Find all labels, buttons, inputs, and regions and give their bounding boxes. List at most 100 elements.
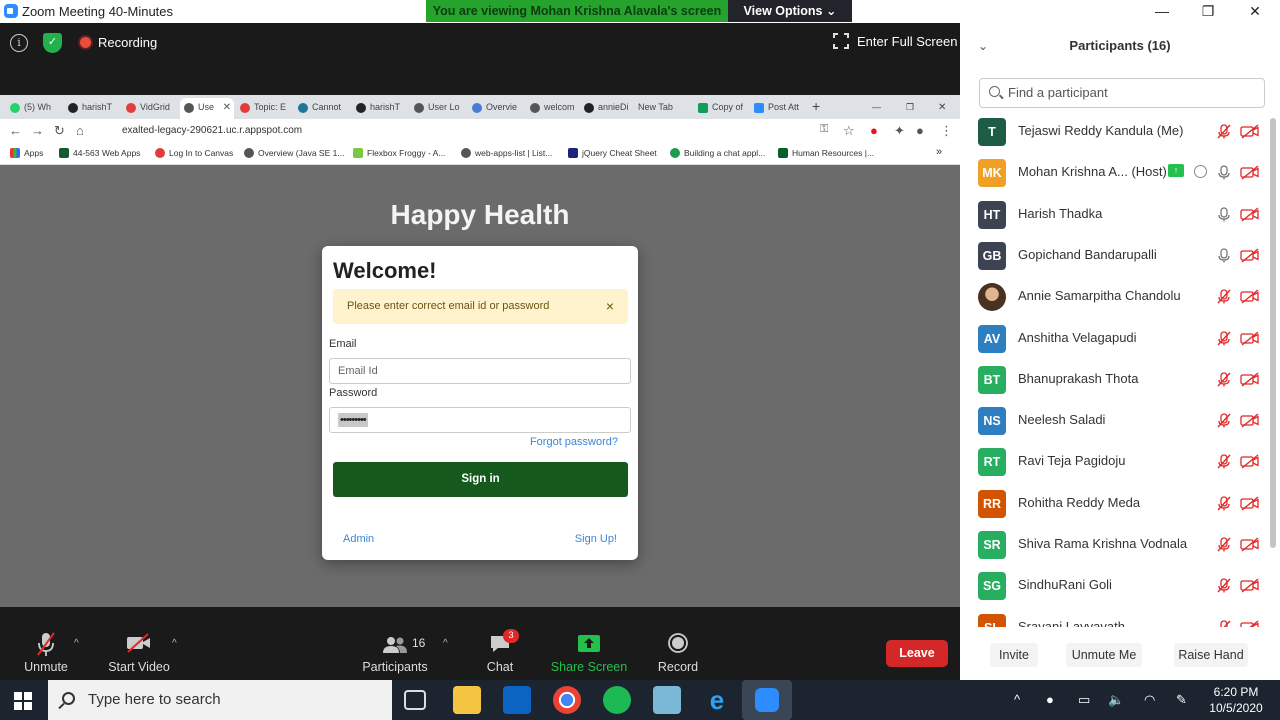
raise-hand-button[interactable]: Raise Hand: [1174, 643, 1248, 667]
email-field[interactable]: Email Id: [329, 358, 631, 384]
browser-tab-active[interactable]: Use ✕: [180, 98, 234, 119]
mic-icon[interactable]: [1217, 206, 1231, 222]
bookmark-item[interactable]: jQuery Cheat Sheet: [568, 148, 657, 158]
alert-close-icon[interactable]: ×: [606, 289, 614, 324]
volume-icon[interactable]: 🔈: [1108, 692, 1124, 708]
share-screen-button[interactable]: Share Screen: [548, 607, 630, 680]
key-icon[interactable]: ⚿: [820, 123, 828, 136]
browser-tab[interactable]: harishT: [64, 98, 120, 119]
participant-row[interactable]: SR Shiva Rama Krishna Vodnala: [960, 524, 1272, 565]
video-off-icon[interactable]: [1240, 207, 1260, 222]
browser-tab[interactable]: VidGrid: [122, 98, 178, 119]
url-field[interactable]: exalted-legacy-290621.uc.r.appspot.com: [104, 121, 864, 141]
mic-icon[interactable]: [1217, 248, 1231, 263]
close-button[interactable]: ✕: [1232, 2, 1278, 22]
participant-row[interactable]: SG SindhuRani Goli: [960, 565, 1272, 606]
browser-tab[interactable]: Topic: E: [236, 98, 292, 119]
bookmark-item[interactable]: Building a chat appl...: [670, 148, 765, 158]
start-video-button[interactable]: Start Video: [102, 607, 176, 680]
video-off-icon[interactable]: [1240, 372, 1260, 387]
pen-icon[interactable]: ✎: [1176, 692, 1187, 708]
taskbar-search-input[interactable]: Type here to search: [48, 680, 392, 720]
leave-button[interactable]: Leave: [886, 640, 948, 667]
participant-row[interactable]: RT Ravi Teja Pagidoju: [960, 441, 1272, 482]
sign-in-button[interactable]: Sign in: [333, 462, 628, 497]
participant-row[interactable]: MK Mohan Krishna A... (Host) ↑: [960, 152, 1272, 193]
back-arrow-icon[interactable]: ←: [9, 123, 22, 138]
participant-row[interactable]: T Tejaswi Reddy Kandula (Me): [960, 111, 1272, 152]
muted-mic-icon[interactable]: [1217, 289, 1231, 304]
video-off-icon[interactable]: [1240, 496, 1260, 511]
home-icon[interactable]: ⌂: [76, 123, 84, 138]
browser-tab[interactable]: New Tab: [634, 98, 692, 119]
muted-mic-icon[interactable]: [1217, 537, 1231, 552]
minimize-button[interactable]: —: [1139, 2, 1185, 22]
participant-row[interactable]: HT Harish Thadka: [960, 194, 1272, 235]
show-hidden-icons-chevron[interactable]: ^: [1014, 692, 1020, 707]
browser-close-icon[interactable]: ✕: [938, 98, 952, 119]
browser-tab[interactable]: Post Att: [750, 98, 806, 119]
muted-mic-icon[interactable]: [1217, 454, 1231, 469]
menu-dots-icon[interactable]: ⋮: [940, 123, 953, 139]
bookmark-item[interactable]: Overview (Java SE 1...: [244, 148, 344, 158]
video-off-icon[interactable]: [1240, 620, 1260, 627]
reload-icon[interactable]: ↻: [54, 123, 65, 139]
bookmark-item[interactable]: Apps: [10, 148, 43, 158]
muted-mic-icon[interactable]: [1217, 578, 1231, 593]
windows-start-icon[interactable]: [14, 692, 32, 710]
admin-link[interactable]: Admin: [343, 533, 374, 545]
video-off-icon[interactable]: [1240, 454, 1260, 469]
participant-row[interactable]: NS Neelesh Saladi: [960, 400, 1272, 441]
bookmark-item[interactable]: Log In to Canvas: [155, 148, 233, 158]
find-participant-input[interactable]: Find a participant: [979, 78, 1265, 108]
browser-tab[interactable]: harishT: [352, 98, 408, 119]
record-button[interactable]: Record: [652, 607, 704, 680]
browser-restore-icon[interactable]: ❐: [906, 98, 920, 119]
password-field[interactable]: •••••••••: [329, 407, 631, 433]
muted-mic-icon[interactable]: [1217, 496, 1231, 511]
video-off-icon[interactable]: [1240, 248, 1260, 263]
bookmark-star-icon[interactable]: ☆: [843, 123, 855, 139]
browser-tab[interactable]: User Lo: [410, 98, 466, 119]
extensions-icon[interactable]: ✦: [894, 123, 905, 139]
muted-mic-icon[interactable]: [1217, 124, 1231, 139]
participant-row[interactable]: Annie Samarpitha Chandolu: [960, 276, 1272, 317]
fullscreen-icon[interactable]: [832, 32, 850, 50]
invite-button[interactable]: Invite: [990, 643, 1038, 667]
browser-tab[interactable]: Copy of: [694, 98, 750, 119]
video-off-icon[interactable]: [1240, 330, 1260, 346]
participant-row[interactable]: BT Bhanuprakash Thota: [960, 359, 1272, 400]
info-icon[interactable]: i: [10, 34, 28, 52]
task-view-icon[interactable]: [404, 690, 426, 710]
participant-row[interactable]: AV Anshitha Velagapudi: [960, 318, 1272, 359]
bookmarks-more-button[interactable]: »: [936, 146, 942, 158]
wifi-icon[interactable]: ◠: [1144, 692, 1155, 708]
participant-row[interactable]: GB Gopichand Bandarupalli: [960, 235, 1272, 276]
mic-icon[interactable]: [1217, 165, 1231, 180]
browser-tab[interactable]: Cannot: [294, 98, 350, 119]
video-off-icon[interactable]: [1240, 124, 1260, 139]
participants-options-caret[interactable]: ^: [443, 638, 448, 649]
bookmark-item[interactable]: web-apps-list | List...: [461, 148, 552, 158]
browser-tab[interactable]: (5) Wh: [6, 98, 62, 119]
internet-explorer-icon[interactable]: e: [703, 686, 731, 714]
browser-tab[interactable]: annieDi: [580, 98, 636, 119]
enter-full-screen-button[interactable]: Enter Full Screen: [857, 34, 957, 49]
participant-row[interactable]: SL Sravani Lavvavath: [960, 607, 1272, 627]
video-off-icon[interactable]: [1240, 537, 1260, 552]
outlook-icon[interactable]: [503, 686, 531, 714]
browser-tab[interactable]: Overvie: [468, 98, 524, 119]
video-off-icon[interactable]: [1240, 289, 1260, 304]
unmute-button[interactable]: Unmute: [16, 607, 76, 680]
file-explorer-icon[interactable]: [453, 686, 481, 714]
new-tab-button[interactable]: +: [810, 98, 828, 119]
microphone-tray-icon[interactable]: ●: [1046, 692, 1054, 707]
bookmark-item[interactable]: 44-563 Web Apps: [59, 148, 140, 158]
browser-minimize-icon[interactable]: —: [872, 98, 886, 119]
bookmark-item[interactable]: Human Resources |...: [778, 148, 874, 158]
video-off-icon[interactable]: [1240, 578, 1260, 593]
participants-button[interactable]: 16 Participants: [358, 607, 432, 680]
notes-app-icon[interactable]: [653, 686, 681, 714]
participant-row[interactable]: RR Rohitha Reddy Meda: [960, 483, 1272, 524]
unmute-me-button[interactable]: Unmute Me: [1066, 643, 1142, 667]
